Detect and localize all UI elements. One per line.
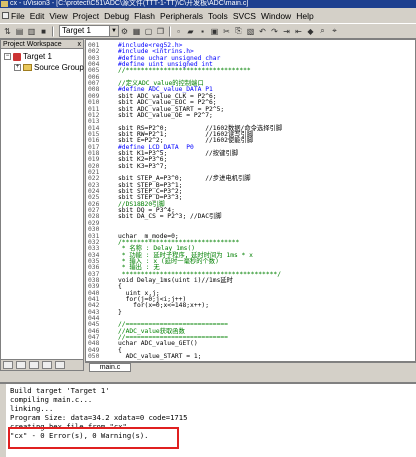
menu-item-help[interactable]: Help [296,11,313,21]
menu-item-debug[interactable]: Debug [104,11,129,21]
files-tab-icon[interactable] [3,361,13,369]
title-bar: cx - uVision3 - [C:\protect\C51\ADC\源文件(… [0,0,416,8]
menu-item-label: Flash [134,10,155,21]
menu-item-label: Peripherals [159,10,203,21]
menu-item-label: Edit [29,10,45,21]
output-line: compiling main.c... [10,395,93,404]
stop-build-icon[interactable]: ■ [38,26,49,37]
redo-icon[interactable]: ↷ [269,26,280,37]
folder-icon [23,64,32,71]
line-number: 050 [88,353,100,361]
target-select-value: Target 1 [62,26,91,35]
books-tab-icon[interactable] [29,361,39,369]
menu-item-label: Help [296,10,314,21]
menu-item-label: Tools [207,10,228,21]
line-text: //********************************* [118,67,251,75]
menu-bar: File Edit View Project Debug Flash Peripherals… [0,8,416,23]
cut-icon[interactable]: ✂ [221,26,232,37]
document-icon [2,12,9,19]
output-line: Build target 'Target 1' [10,386,110,395]
annotation-highlight-box [8,427,179,449]
menu-item-project[interactable]: Project [73,11,99,21]
tab-main-c[interactable]: main.c [89,363,131,372]
collapse-icon[interactable]: − [4,53,11,60]
tab-main-c-label: main.c [99,364,121,371]
save-icon[interactable]: ▪ [197,26,208,37]
tree-item-source-group[interactable]: + Source Group 1 [14,63,90,72]
find-icon[interactable]: ⌕ [317,26,328,37]
toolbar: ⇅ ▤ ▥ ■ Target 1 ▼ ⚙ ▦ ▢ ❐ ▫ ▰ ▪ ▣ ✂ ⎘ ▧… [0,23,416,39]
uvision-window: cx - uVision3 - [C:\protect\C51\ADC\源文件(… [0,0,416,457]
output-line: Program Size: data=34.2 xdata=0 code=171… [10,413,188,422]
output-side-bar [0,384,6,457]
templates-tab-icon[interactable] [55,361,65,369]
toolbar-separator [169,25,171,37]
target-select[interactable]: Target 1 ▼ [59,25,119,37]
open-icon[interactable]: ▰ [185,26,196,37]
tree-item-source-group-label: Source Group 1 [34,63,91,72]
output-line: linking... [10,404,54,413]
chevron-down-icon: ▼ [109,26,118,36]
menu-item-label: SVCS [232,10,256,21]
manage-components-icon[interactable]: ▦ [131,26,142,37]
workspace-tabs [1,359,83,370]
target-icon [13,52,21,61]
menu-item-label: Window [260,10,292,21]
menu-item-window[interactable]: Window [261,11,291,21]
translate-icon[interactable]: ⇅ [2,26,13,37]
functions-tab-icon[interactable] [42,361,52,369]
menu-item-view[interactable]: View [49,11,67,21]
workspace-header: Project Workspace x [1,40,83,49]
menu-item-svcs[interactable]: SVCS [233,11,256,21]
menu-item-flash[interactable]: Flash [134,11,155,21]
menu-item-label: Project [72,10,100,21]
line-text: uchar ADC_value_GET() [118,340,198,348]
copy-icon[interactable]: ❐ [155,26,166,37]
workspace-title: Project Workspace [3,41,62,48]
save-all-icon[interactable]: ▣ [209,26,220,37]
line-text: sbit K3=P3^7; [118,162,168,170]
line-text: ADC_value_START = 1; [118,353,202,361]
editor-tab-bar: main.c [85,362,416,372]
build-icon[interactable]: ▤ [14,26,25,37]
menu-item-edit[interactable]: Edit [30,11,45,21]
line-text: sbit ADC_value_OE = P2^7; [118,111,213,119]
find-in-files-icon[interactable]: ⌖ [329,26,340,37]
menu-item-label: Debug [104,10,130,21]
menu-item-tools[interactable]: Tools [208,11,228,21]
target-options-icon[interactable]: ⚙ [119,26,130,37]
line-text: sbit DA_CS = P2^3; //DAC引脚 [118,213,222,221]
undo-icon[interactable]: ↶ [257,26,268,37]
toolbar-separator [52,25,54,37]
line-text: } [118,308,122,316]
tree-item-target[interactable]: − Target 1 [4,52,52,61]
menu-item-file[interactable]: File [2,11,25,21]
project-workspace: Project Workspace x − Target 1 + Source … [0,39,90,371]
bookmark-icon[interactable]: ◆ [305,26,316,37]
regs-tab-icon[interactable] [16,361,26,369]
menu-item-label: View [49,10,68,21]
rebuild-icon[interactable]: ▥ [26,26,37,37]
expand-icon[interactable]: + [14,64,21,71]
menu-item-peripherals[interactable]: Peripherals [160,11,203,21]
close-icon[interactable]: x [78,40,82,49]
code-editor[interactable]: 001 #include<reg52.h> 002 #include <intrins… [85,39,416,362]
tree-item-target-label: Target 1 [23,52,52,61]
line-text: for(x=0;x<=148;x++); [118,302,209,310]
new-file-icon[interactable]: ▫ [173,26,184,37]
paste-icon[interactable]: ▧ [245,26,256,37]
copy2-icon[interactable]: ⎘ [233,26,244,37]
line-text: void Delay_1ms(uint i)//1ms延时 [118,276,233,284]
indent-icon[interactable]: ⇥ [281,26,292,37]
app-icon [1,1,8,7]
window-title: cx - uVision3 - [C:\protect\C51\ADC\源文件(… [10,0,249,7]
menu-item-label: File [11,10,25,21]
unindent-icon[interactable]: ⇤ [293,26,304,37]
file-icon[interactable]: ▢ [143,26,154,37]
